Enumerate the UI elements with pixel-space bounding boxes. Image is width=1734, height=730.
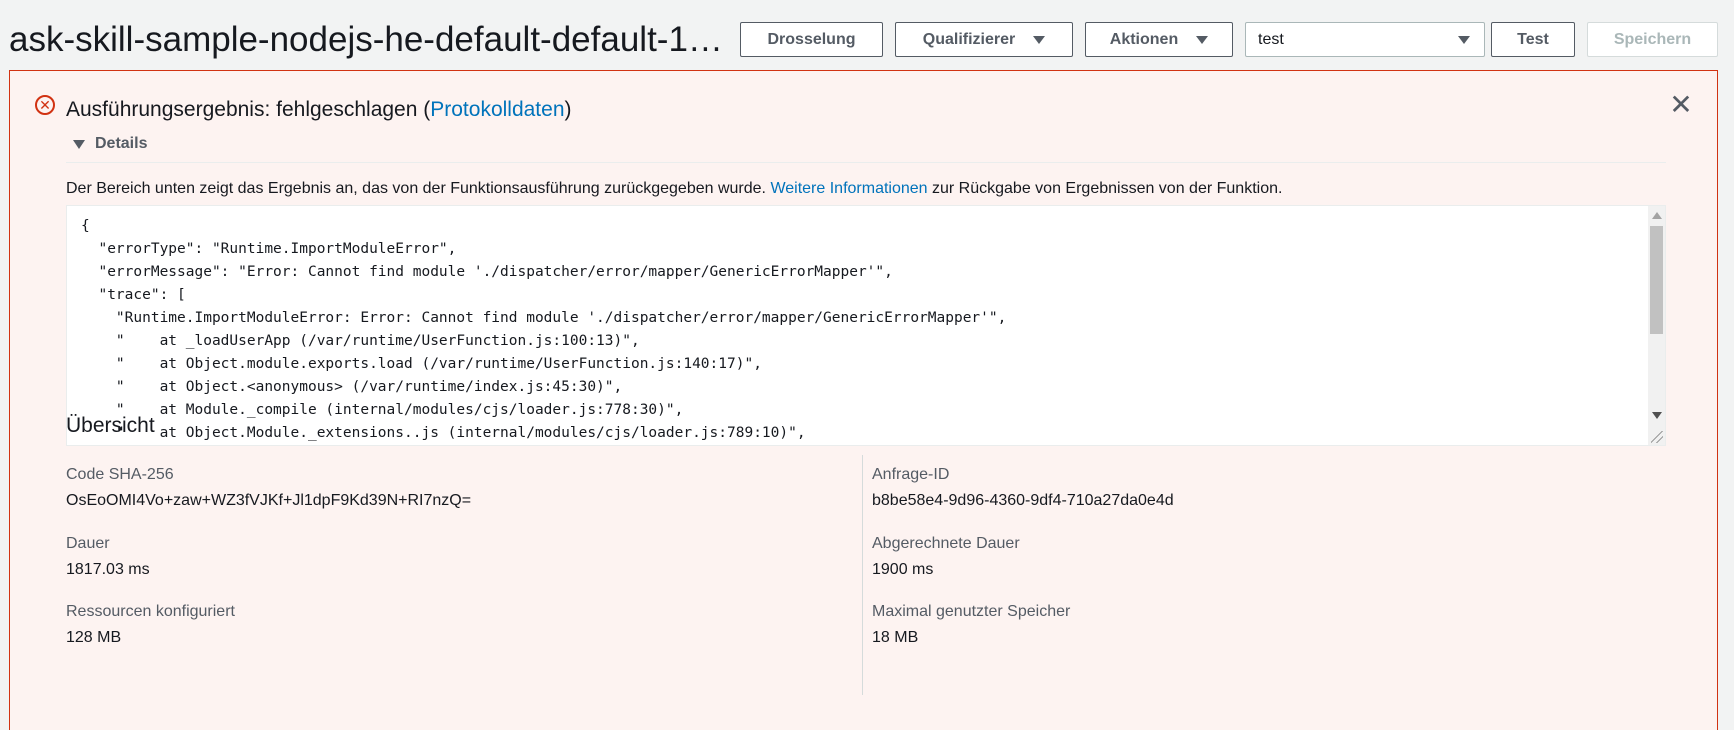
divider [66,162,1666,163]
caret-down-icon [1033,35,1046,44]
result-status-text: Ausführungsergebnis: fehlgeschlagen ( [66,98,431,121]
details-label: Details [95,135,148,152]
result-title-suffix: ) [564,98,572,121]
test-event-select[interactable]: test [1245,22,1485,57]
more-info-link[interactable]: Weitere Informationen [770,180,927,197]
result-output-text: { "errorType": "Runtime.ImportModuleErro… [81,218,1007,441]
billed-duration-label: Abgerechnete Dauer [872,535,1020,552]
description-text-suffix: zur Rückgabe von Ergebnissen von der Fun… [927,180,1283,197]
execution-result-panel: ✕ Ausführungsergebnis: fehlgeschlagen (P… [9,70,1718,730]
billed-duration-value: 1900 ms [872,561,934,578]
test-button-label: Test [1517,30,1549,48]
code-sha-label: Code SHA-256 [66,466,174,483]
save-button[interactable]: Speichern [1587,22,1718,57]
vertical-scrollbar[interactable] [1648,206,1665,445]
actions-dropdown-button[interactable]: Aktionen [1085,22,1233,57]
qualifiers-button-label: Qualifizierer [922,30,1016,48]
function-title: ask-skill-sample-nodejs-he-default-defau… [9,20,723,59]
save-button-label: Speichern [1613,30,1692,48]
max-memory-used-label: Maximal genutzter Speicher [872,603,1071,620]
result-description: Der Bereich unten zeigt das Ergebnis an,… [66,178,1282,200]
configured-resources-value: 128 MB [66,629,122,646]
description-text: Der Bereich unten zeigt das Ergebnis an,… [66,180,771,197]
test-button[interactable]: Test [1491,22,1575,57]
log-data-link[interactable]: Protokolldaten [430,98,564,121]
column-divider [862,455,863,695]
request-id-value: b8be58e4-9d96-4360-9df4-710a27da0e4d [872,492,1174,509]
request-id-label: Anfrage-ID [872,466,950,483]
execution-result-title: Ausführungsergebnis: fehlgeschlagen (Pro… [66,97,572,123]
caret-down-icon [73,139,85,149]
scrollbar-thumb[interactable] [1650,226,1663,334]
throttle-button-label: Drosselung [767,30,856,48]
duration-label: Dauer [66,535,110,552]
details-toggle[interactable]: Details [73,135,147,153]
duration-value: 1817.03 ms [66,561,150,578]
caret-down-icon [1196,35,1209,44]
scroll-down-arrow-icon[interactable] [1652,412,1662,419]
page-header: ask-skill-sample-nodejs-he-default-defau… [0,0,1734,70]
qualifiers-dropdown-button[interactable]: Qualifizierer [895,22,1073,57]
scroll-up-arrow-icon[interactable] [1652,212,1662,219]
error-circle-icon: ✕ [35,95,55,115]
result-output-textarea[interactable]: { "errorType": "Runtime.ImportModuleErro… [66,205,1666,446]
resize-handle-icon[interactable] [1651,431,1663,443]
actions-button-label: Aktionen [1109,30,1179,48]
overview-heading: Übersicht [66,414,155,437]
code-sha-value: OsEoOMI4Vo+zaw+WZ3fVJKf+Jl1dpF9Kd39N+RI7… [66,492,472,509]
max-memory-used-value: 18 MB [872,629,919,646]
throttle-button[interactable]: Drosselung [740,22,883,57]
configured-resources-label: Ressourcen konfiguriert [66,603,235,620]
test-event-selected-value: test [1258,30,1284,48]
caret-down-icon [1458,35,1470,44]
close-icon[interactable]: ✕ [1667,91,1695,119]
